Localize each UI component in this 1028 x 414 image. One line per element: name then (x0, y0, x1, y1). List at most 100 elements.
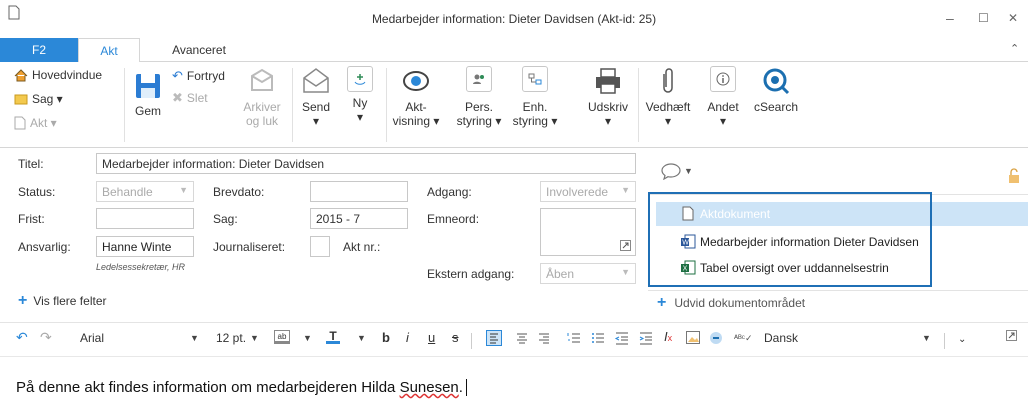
info-icon (710, 66, 736, 92)
expand-icon[interactable] (620, 240, 631, 251)
highlight-color-icon[interactable]: ab (274, 330, 290, 344)
editor-area[interactable]: På denne akt findes information om medar… (0, 356, 1028, 414)
enhstyring-button[interactable]: Enh. styring ▾ (510, 66, 560, 128)
tab-avanceret[interactable]: Avanceret (158, 38, 240, 62)
expand-editor-icon[interactable] (1006, 330, 1017, 341)
bold-icon[interactable]: b (382, 330, 390, 345)
gem-button[interactable]: Gem (128, 72, 168, 118)
persstyring-label-2: styring ▾ (456, 114, 502, 128)
chevron-down-icon[interactable]: ▼ (357, 333, 366, 343)
sag-button[interactable]: Sag ▾ (14, 92, 63, 106)
udskriv-button[interactable]: Udskriv ▾ (582, 66, 634, 128)
send-button[interactable]: Send ▾ (296, 66, 336, 128)
status-select[interactable]: Behandle ▼ (96, 181, 194, 202)
aktvisning-button[interactable]: Akt- visning ▾ (390, 66, 442, 128)
delete-icon: ✖ (172, 90, 183, 105)
collapse-ribbon-icon[interactable]: ⌃ (1010, 42, 1019, 55)
undo-icon[interactable]: ↶ (16, 329, 28, 346)
comment-button[interactable]: ▼ (660, 162, 693, 180)
eye-icon (403, 71, 429, 91)
home-icon (14, 68, 28, 81)
italic-icon[interactable]: i (406, 330, 409, 345)
insert-link-icon[interactable] (708, 330, 724, 346)
unlock-icon[interactable] (1008, 168, 1020, 184)
minimize-button[interactable]: – (946, 10, 954, 26)
clear-formatting-icon[interactable]: Ix (664, 329, 672, 344)
panel-divider (648, 290, 1028, 291)
journaliseret-label: Journaliseret: (213, 240, 286, 254)
vis-flere-felter-label: Vis flere felter (33, 294, 107, 308)
redo-icon[interactable]: ↷ (40, 329, 52, 346)
akt-label: Akt ▾ (30, 116, 57, 130)
align-center-icon[interactable] (514, 330, 530, 346)
send-caret: ▾ (312, 114, 320, 128)
close-button[interactable]: ✕ (1008, 11, 1018, 25)
outdent-icon[interactable] (614, 330, 630, 346)
tab-f2[interactable]: F2 (0, 38, 78, 62)
align-left-icon[interactable] (486, 330, 502, 346)
arkiver-button[interactable]: Arkiver og luk (238, 66, 286, 128)
ny-button[interactable]: Ny ▾ (340, 66, 380, 124)
chevron-down-icon: ▼ (621, 185, 630, 195)
brevdato-field[interactable] (310, 181, 408, 202)
udskriv-caret: ▾ (604, 114, 612, 128)
vedhaeft-button[interactable]: Vedhæft ▾ (640, 66, 696, 128)
archive-box-icon (251, 68, 273, 91)
font-select[interactable]: Arial (80, 331, 104, 345)
maximize-button[interactable]: ☐ (978, 11, 989, 25)
font-color-icon[interactable]: T (326, 329, 340, 344)
status-label: Status: (18, 185, 56, 199)
tab-akt[interactable]: Akt (78, 38, 140, 63)
ribbon-separator (386, 68, 387, 142)
underline-icon[interactable]: u (428, 330, 435, 345)
editor-text: På denne akt findes information om medar… (16, 379, 467, 396)
journaliseret-checkbox[interactable] (310, 236, 330, 257)
chevron-down-icon[interactable]: ▼ (922, 333, 931, 343)
persstyring-button[interactable]: Pers. styring ▾ (454, 66, 504, 128)
align-right-icon[interactable] (536, 330, 552, 346)
plus-icon: + (18, 292, 28, 309)
vis-flere-felter-button[interactable]: + Vis flere felter (18, 292, 107, 309)
fortryd-button[interactable]: ↶ Fortryd (172, 68, 225, 84)
hovedvindue-button[interactable]: Hovedvindue (14, 68, 102, 82)
org-unit-icon (522, 66, 548, 92)
strikethrough-icon[interactable]: s (452, 330, 459, 345)
titel-field[interactable]: Medarbejder information: Dieter Davidsen (96, 153, 636, 174)
toolbar-separator (944, 333, 945, 349)
numbered-list-icon[interactable] (566, 330, 582, 346)
slet-button[interactable]: ✖ Slet (172, 90, 208, 106)
frist-field[interactable] (96, 208, 194, 229)
ekstern-adgang-select[interactable]: Åben ▼ (540, 263, 636, 284)
bullet-list-icon[interactable] (590, 330, 606, 346)
sag-field[interactable]: 2015 - 7 (310, 208, 408, 229)
ribbon-separator (292, 68, 293, 142)
indent-icon[interactable] (638, 330, 654, 346)
udskriv-label: Udskriv (587, 100, 628, 114)
spellcheck-icon[interactable]: ᴬᴮᶜ✓ (734, 333, 753, 344)
ribbon-tabs: F2 Akt Avanceret ⌃ (0, 38, 1028, 63)
font-size-select[interactable]: 12 pt. (216, 331, 246, 345)
akt-button[interactable]: Akt ▾ (14, 116, 57, 130)
arkiver-label-1: Arkiver (243, 100, 281, 114)
arkiver-label-2: og luk (245, 114, 279, 128)
hovedvindue-label: Hovedvindue (32, 68, 103, 82)
persons-icon (466, 66, 492, 92)
udvid-dokumentomraadet-button[interactable]: + Udvid dokumentområdet (657, 295, 805, 311)
mail-icon (303, 68, 329, 93)
chevron-down-icon[interactable]: ▼ (190, 333, 199, 343)
window-title: Medarbejder information: Dieter Davidsen… (371, 12, 657, 26)
adgang-select[interactable]: Involverede ▼ (540, 181, 636, 202)
editor-text-part: . (458, 379, 463, 396)
language-select[interactable]: Dansk (764, 331, 798, 345)
brevdato-label: Brevdato: (213, 185, 265, 199)
ansvarlig-field[interactable]: Hanne Winte (96, 236, 194, 257)
chevron-down-icon[interactable]: ▼ (303, 333, 312, 343)
ribbon-separator (124, 68, 125, 142)
chevron-down-icon[interactable]: ▼ (250, 333, 259, 343)
frist-label: Frist: (18, 212, 45, 226)
csearch-button[interactable]: cSearch (750, 66, 802, 114)
insert-image-icon[interactable] (686, 331, 700, 344)
more-options-icon[interactable]: ⌄ (958, 334, 966, 345)
emneord-field[interactable] (540, 208, 636, 256)
andet-button[interactable]: Andet ▾ (702, 66, 744, 128)
